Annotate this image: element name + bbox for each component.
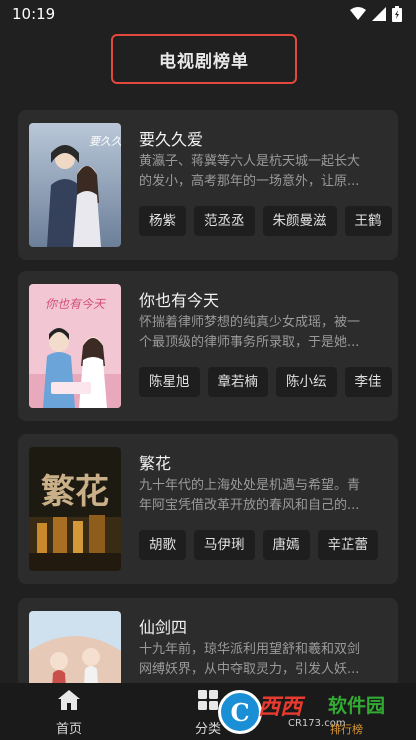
cast-row: 陈星旭 章若楠 陈小纭 李佳 xyxy=(139,367,392,397)
cast-chip[interactable]: 王鹤 xyxy=(344,206,392,236)
drama-title: 你也有今天 xyxy=(139,291,220,310)
poster-title-text: 繁花 xyxy=(41,472,109,512)
cast-chip[interactable]: 朱颜曼滋 xyxy=(262,206,337,236)
watermark-extra: 排行榜 xyxy=(330,723,363,736)
status-icons xyxy=(350,6,402,22)
poster-title-text: 你也有今天 xyxy=(45,297,107,311)
drama-card[interactable]: 你也有今天 你也有今天 怀揣着律师梦想的纯真少女成瑶，被一 个最顶级的律师事务所… xyxy=(18,271,398,421)
drama-title: 仙剑四 xyxy=(139,618,188,637)
grid-icon xyxy=(198,690,218,710)
drama-poster: 繁花 xyxy=(29,447,121,571)
cast-chip[interactable]: 唐嫣 xyxy=(262,530,310,560)
page-title: 电视剧榜单 xyxy=(159,51,249,72)
signal-icon xyxy=(372,7,386,21)
drama-title: 繁花 xyxy=(139,454,172,473)
cast-chip[interactable]: 胡歌 xyxy=(139,530,186,560)
cast-row: 胡歌 马伊琍 唐嫣 辛芷蕾 xyxy=(139,530,378,560)
status-time: 10:19 xyxy=(12,5,56,23)
watermark-logo-icon: C xyxy=(218,690,262,734)
drama-poster xyxy=(29,611,121,688)
drama-description: 黄瀛子、蒋冀等六人是杭天城一起长大 的发小，高考那年的一场意外，让原... xyxy=(139,154,361,189)
drama-description: 怀揣着律师梦想的纯真少女成瑶，被一 个最顶级的律师事务所录取，于是她... xyxy=(139,315,361,350)
poster-title-text: 要久久爱 xyxy=(89,135,121,148)
drama-poster: 要久久爱 xyxy=(29,123,121,247)
drama-description: 十九年前，琼华派利用望舒和羲和双剑 网缚妖界，从中夺取灵力，引发人妖... xyxy=(139,642,361,677)
wifi-icon xyxy=(350,7,366,20)
drama-card[interactable]: 繁花 繁花 九十年代的上海处处是机遇与希望。青 年阿宝凭借改革开放的春风和自己的… xyxy=(18,434,398,584)
cast-chip[interactable]: 辛芷蕾 xyxy=(317,530,378,560)
cast-chip[interactable]: 章若楠 xyxy=(207,367,268,397)
cast-row: 杨紫 范丞丞 朱颜曼滋 王鹤 xyxy=(139,206,392,236)
page-title-box: 电视剧榜单 xyxy=(111,34,297,84)
cast-chip[interactable]: 李佳 xyxy=(344,367,392,397)
cast-chip[interactable]: 陈小纭 xyxy=(276,367,337,397)
nav-home[interactable]: 首页 xyxy=(29,683,109,737)
drama-poster: 你也有今天 xyxy=(29,284,121,408)
home-icon xyxy=(58,690,80,710)
drama-title: 要久久爱 xyxy=(139,130,204,149)
cast-chip[interactable]: 杨紫 xyxy=(139,206,186,236)
drama-card[interactable]: 仙剑四 十九年前，琼华派利用望舒和羲和双剑 网缚妖界，从中夺取灵力，引发人妖..… xyxy=(18,598,398,688)
cast-chip[interactable]: 马伊琍 xyxy=(194,530,255,560)
cast-chip[interactable]: 陈星旭 xyxy=(139,367,200,397)
watermark: C 西西 CR173.com 软件园 排行榜 xyxy=(218,687,414,737)
battery-icon xyxy=(392,6,402,22)
nav-home-label: 首页 xyxy=(55,722,82,737)
cast-chip[interactable]: 范丞丞 xyxy=(194,206,255,236)
drama-description: 九十年代的上海处处是机遇与希望。青 年阿宝凭借改革开放的春风和自己的... xyxy=(139,478,361,513)
drama-card[interactable]: 要久久爱 要久久爱 黄瀛子、蒋冀等六人是杭天城一起长大 的发小，高考那年的一场意… xyxy=(18,110,398,260)
status-bar: 10:19 xyxy=(0,0,416,30)
watermark-soft: 软件园 xyxy=(328,695,386,717)
